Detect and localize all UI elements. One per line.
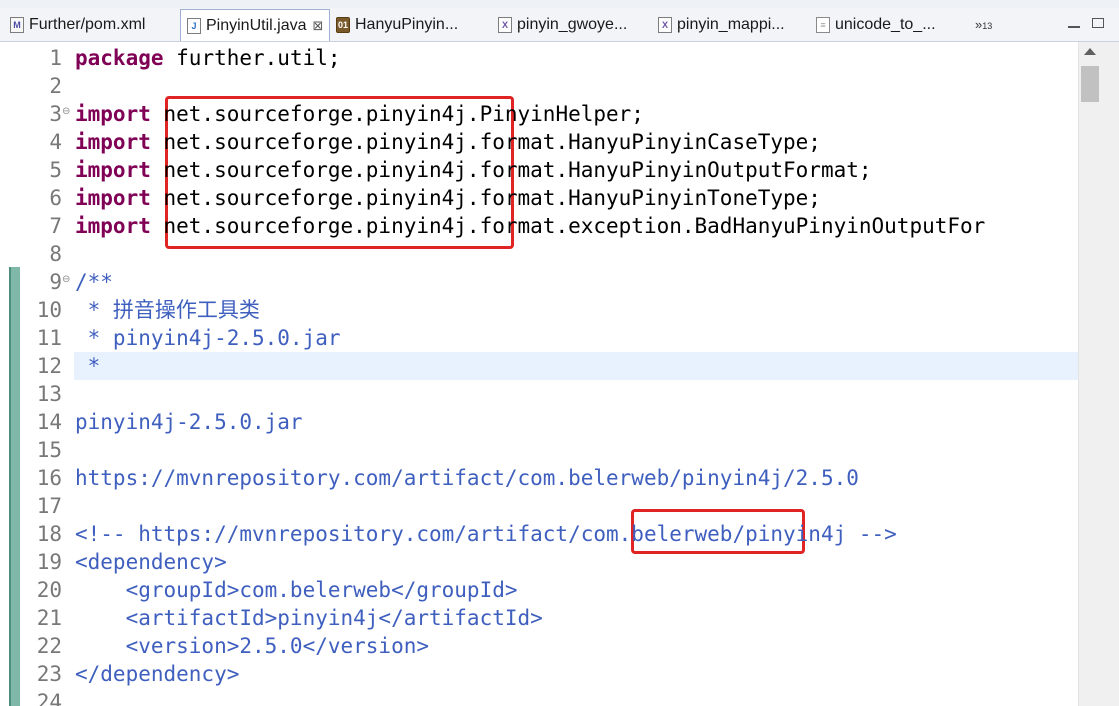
minimize-icon[interactable] bbox=[1068, 22, 1080, 28]
tab-label: pinyin_mappi... bbox=[677, 16, 785, 33]
comment-token: </dependency> bbox=[75, 662, 240, 686]
code-token: further.util; bbox=[163, 46, 341, 70]
line-number: 13 bbox=[36, 382, 62, 406]
line-number: 6 bbox=[49, 186, 62, 210]
eclipse-editor-window: M Further/pom.xml J PinyinUtil.java ⊠ 01… bbox=[0, 0, 1119, 706]
comment-token: /** bbox=[75, 270, 113, 294]
line-number: 3 bbox=[49, 102, 62, 126]
line-number: 11 bbox=[36, 326, 62, 350]
code-token: net.sourceforge.pinyin4j.format.HanyuPin… bbox=[150, 130, 821, 154]
tab-hanyupinyin-class[interactable]: 01 HanyuPinyin... bbox=[336, 9, 486, 41]
comment-token: <version>2.5.0</version> bbox=[75, 634, 430, 658]
line-number: 21 bbox=[36, 606, 62, 630]
code-line[interactable]: <dependency> bbox=[75, 548, 227, 576]
code-line[interactable]: * bbox=[75, 352, 101, 380]
line-number: 20 bbox=[36, 578, 62, 602]
xml-file-icon: X bbox=[658, 17, 672, 33]
tab-label: Further/pom.xml bbox=[29, 16, 146, 33]
keyword-token: package bbox=[75, 46, 164, 70]
code-editor[interactable]: 1 package further.util; 2 3 ⊖ import net.sour… bbox=[0, 42, 1078, 706]
more-tabs-button[interactable]: »13 bbox=[975, 17, 992, 32]
current-line-highlight bbox=[74, 352, 1078, 380]
line-number: 18 bbox=[36, 522, 62, 546]
comment-token: * pinyin4j-2.5.0.jar bbox=[75, 326, 341, 350]
tab-pom-xml[interactable]: M Further/pom.xml bbox=[10, 9, 178, 41]
fold-toggle-icon[interactable]: ⊖ bbox=[62, 269, 72, 291]
code-line[interactable]: import net.sourceforge.pinyin4j.format.H… bbox=[75, 156, 872, 184]
line-number: 17 bbox=[36, 494, 62, 518]
code-token: net.sourceforge.pinyin4j.format.HanyuPin… bbox=[150, 186, 821, 210]
line-number: 12 bbox=[36, 354, 62, 378]
text-file-icon: ≡ bbox=[816, 17, 830, 33]
code-line[interactable]: * 拼音操作工具类 bbox=[75, 296, 260, 324]
code-line[interactable]: * pinyin4j-2.5.0.jar bbox=[75, 324, 341, 352]
scroll-up-arrow-icon[interactable] bbox=[1084, 48, 1096, 55]
code-line[interactable]: <!-- https://mvnrepository.com/artifact/… bbox=[75, 520, 897, 548]
line-number: 14 bbox=[36, 410, 62, 434]
fold-toggle-icon[interactable]: ⊖ bbox=[62, 101, 72, 123]
code-line[interactable]: pinyin4j-2.5.0.jar bbox=[75, 408, 303, 436]
line-number: 9 bbox=[49, 270, 62, 294]
keyword-token: import bbox=[75, 130, 151, 154]
tab-unicode-to-text[interactable]: ≡ unicode_to_... bbox=[816, 9, 966, 41]
comment-token: pinyin4j-2.5.0.jar bbox=[75, 410, 303, 434]
keyword-token: import bbox=[75, 102, 151, 126]
line-number: 19 bbox=[36, 550, 62, 574]
code-line[interactable]: package further.util; bbox=[75, 44, 341, 72]
code-line[interactable]: <groupId>com.belerweb</groupId> bbox=[75, 576, 518, 604]
keyword-token: import bbox=[75, 158, 151, 182]
comment-token: <!-- https://mvnrepository.com/artifact/… bbox=[75, 522, 897, 546]
comment-token: <groupId>com.belerweb</groupId> bbox=[75, 578, 518, 602]
tab-label: HanyuPinyin... bbox=[355, 16, 459, 33]
class-file-icon: 01 bbox=[336, 17, 350, 33]
maven-pom-file-icon: M bbox=[10, 17, 24, 33]
vertical-scrollbar[interactable] bbox=[1078, 42, 1119, 706]
close-tab-icon[interactable]: ⊠ bbox=[312, 18, 323, 34]
more-tabs-count: 13 bbox=[982, 21, 993, 31]
keyword-token: import bbox=[75, 214, 151, 238]
line-number: 24 bbox=[36, 690, 62, 706]
code-line[interactable]: </dependency> bbox=[75, 660, 239, 688]
tab-label: pinyin_gwoye... bbox=[517, 16, 628, 33]
tab-pinyin-mapping-xml[interactable]: X pinyin_mappi... bbox=[658, 9, 808, 41]
line-number: 4 bbox=[49, 130, 62, 154]
xml-file-icon: X bbox=[498, 17, 512, 33]
line-number: 7 bbox=[49, 214, 62, 238]
line-number: 2 bbox=[49, 74, 62, 98]
code-token: net.sourceforge.pinyin4j.format.HanyuPin… bbox=[150, 158, 872, 182]
scrollbar-thumb[interactable] bbox=[1081, 66, 1099, 102]
code-line[interactable]: import net.sourceforge.pinyin4j.format.H… bbox=[75, 184, 821, 212]
code-line[interactable]: import net.sourceforge.pinyin4j.format.e… bbox=[75, 212, 985, 240]
code-line[interactable]: import net.sourceforge.pinyin4j.format.H… bbox=[75, 128, 821, 156]
line-number: 8 bbox=[49, 242, 62, 266]
code-line[interactable]: <artifactId>pinyin4j</artifactId> bbox=[75, 604, 543, 632]
tab-pinyin-gwoyeu-xml[interactable]: X pinyin_gwoye... bbox=[498, 9, 648, 41]
code-token: net.sourceforge.pinyin4j.format.exceptio… bbox=[150, 214, 986, 238]
comment-token: https://mvnrepository.com/artifact/com.b… bbox=[75, 466, 859, 490]
code-line[interactable]: import net.sourceforge.pinyin4j.PinyinHe… bbox=[75, 100, 644, 128]
comment-token: * 拼音操作工具类 bbox=[75, 298, 260, 322]
comment-token: <dependency> bbox=[75, 550, 227, 574]
line-number: 15 bbox=[36, 438, 62, 462]
line-number: 10 bbox=[36, 298, 62, 322]
line-number: 5 bbox=[49, 158, 62, 182]
tab-pinyinutil-java[interactable]: J PinyinUtil.java ⊠ bbox=[180, 9, 330, 41]
java-file-icon: J bbox=[187, 17, 201, 34]
tab-label: PinyinUtil.java bbox=[206, 16, 307, 34]
editor-tab-bar: M Further/pom.xml J PinyinUtil.java ⊠ 01… bbox=[0, 8, 1119, 42]
code-line[interactable]: https://mvnrepository.com/artifact/com.b… bbox=[75, 464, 859, 492]
line-number: 16 bbox=[36, 466, 62, 490]
code-token: net.sourceforge.pinyin4j.PinyinHelper; bbox=[150, 102, 644, 126]
code-line[interactable]: <version>2.5.0</version> bbox=[75, 632, 429, 660]
comment-token: * bbox=[75, 354, 101, 378]
line-number: 1 bbox=[49, 46, 62, 70]
keyword-token: import bbox=[75, 186, 151, 210]
comment-token: <artifactId>pinyin4j</artifactId> bbox=[75, 606, 543, 630]
line-number: 22 bbox=[36, 634, 62, 658]
line-number: 23 bbox=[36, 662, 62, 686]
code-line[interactable]: /** bbox=[75, 268, 113, 296]
tab-label: unicode_to_... bbox=[835, 16, 936, 33]
maximize-icon[interactable] bbox=[1092, 18, 1104, 28]
